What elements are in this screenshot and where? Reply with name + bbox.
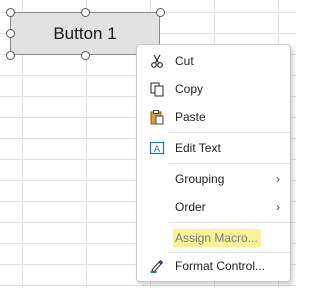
resize-handle-top[interactable] <box>81 8 90 17</box>
menu-item-label: Edit Text <box>175 141 221 155</box>
menu-item-copy[interactable]: Copy <box>137 77 290 101</box>
menu-item-label: Format Control... <box>175 259 266 273</box>
chevron-right-icon: › <box>276 200 280 214</box>
paste-icon <box>149 109 165 125</box>
edit-text-icon: A <box>149 140 165 156</box>
menu-item-paste[interactable]: Paste <box>137 105 290 129</box>
copy-icon <box>149 81 165 97</box>
context-menu: Cut Copy Paste A Edit Text Grouping › Or… <box>136 44 291 282</box>
resize-handle-top-left[interactable] <box>6 8 15 17</box>
scissors-icon <box>149 53 165 69</box>
menu-item-edit-text[interactable]: A Edit Text <box>137 136 290 160</box>
menu-item-label: Copy <box>175 82 204 96</box>
menu-item-format-control[interactable]: Format Control... <box>137 254 290 278</box>
menu-item-assign-macro[interactable]: Assign Macro... <box>137 226 290 250</box>
menu-separator <box>169 222 290 223</box>
menu-item-label: Order <box>175 200 206 214</box>
menu-item-label: Grouping <box>175 172 225 186</box>
menu-separator <box>169 132 290 133</box>
resize-handle-bottom[interactable] <box>81 51 90 60</box>
svg-text:A: A <box>154 145 161 155</box>
menu-item-grouping[interactable]: Grouping › <box>137 167 290 191</box>
form-button-label: Button 1 <box>53 23 117 43</box>
menu-item-label: Assign Macro... <box>175 231 258 245</box>
resize-handle-left[interactable] <box>6 29 15 38</box>
menu-item-label: Paste <box>175 110 206 124</box>
menu-item-order[interactable]: Order › <box>137 195 290 219</box>
menu-separator <box>169 163 290 164</box>
resize-handle-top-right[interactable] <box>156 8 165 17</box>
menu-item-label: Cut <box>175 54 194 68</box>
chevron-right-icon: › <box>276 172 280 186</box>
resize-handle-bottom-left[interactable] <box>6 51 15 60</box>
format-control-icon <box>149 258 165 274</box>
menu-separator <box>169 252 290 253</box>
menu-item-cut[interactable]: Cut <box>137 49 290 73</box>
